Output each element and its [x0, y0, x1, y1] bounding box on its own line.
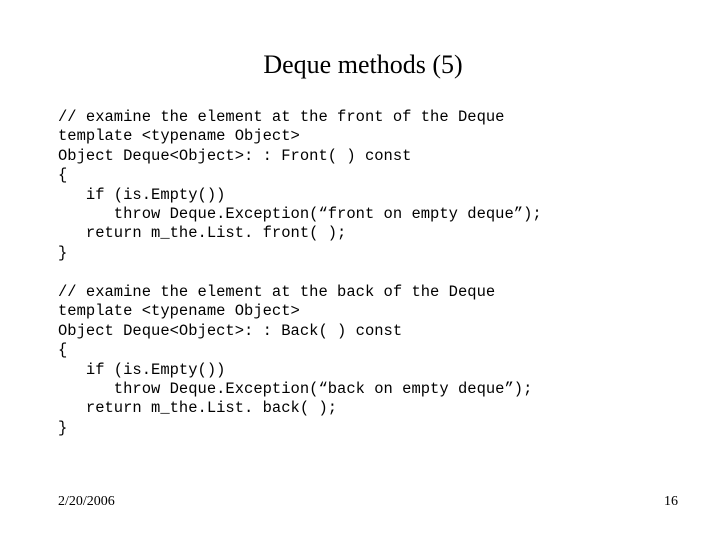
code-block-front: // examine the element at the front of t… [58, 108, 668, 263]
code-block-back: // examine the element at the back of th… [58, 283, 668, 438]
slide-title: Deque methods (5) [58, 50, 668, 80]
slide-content: Deque methods (5) // examine the element… [58, 50, 668, 458]
footer-page-number: 16 [664, 494, 678, 510]
footer-date: 2/20/2006 [58, 494, 115, 510]
